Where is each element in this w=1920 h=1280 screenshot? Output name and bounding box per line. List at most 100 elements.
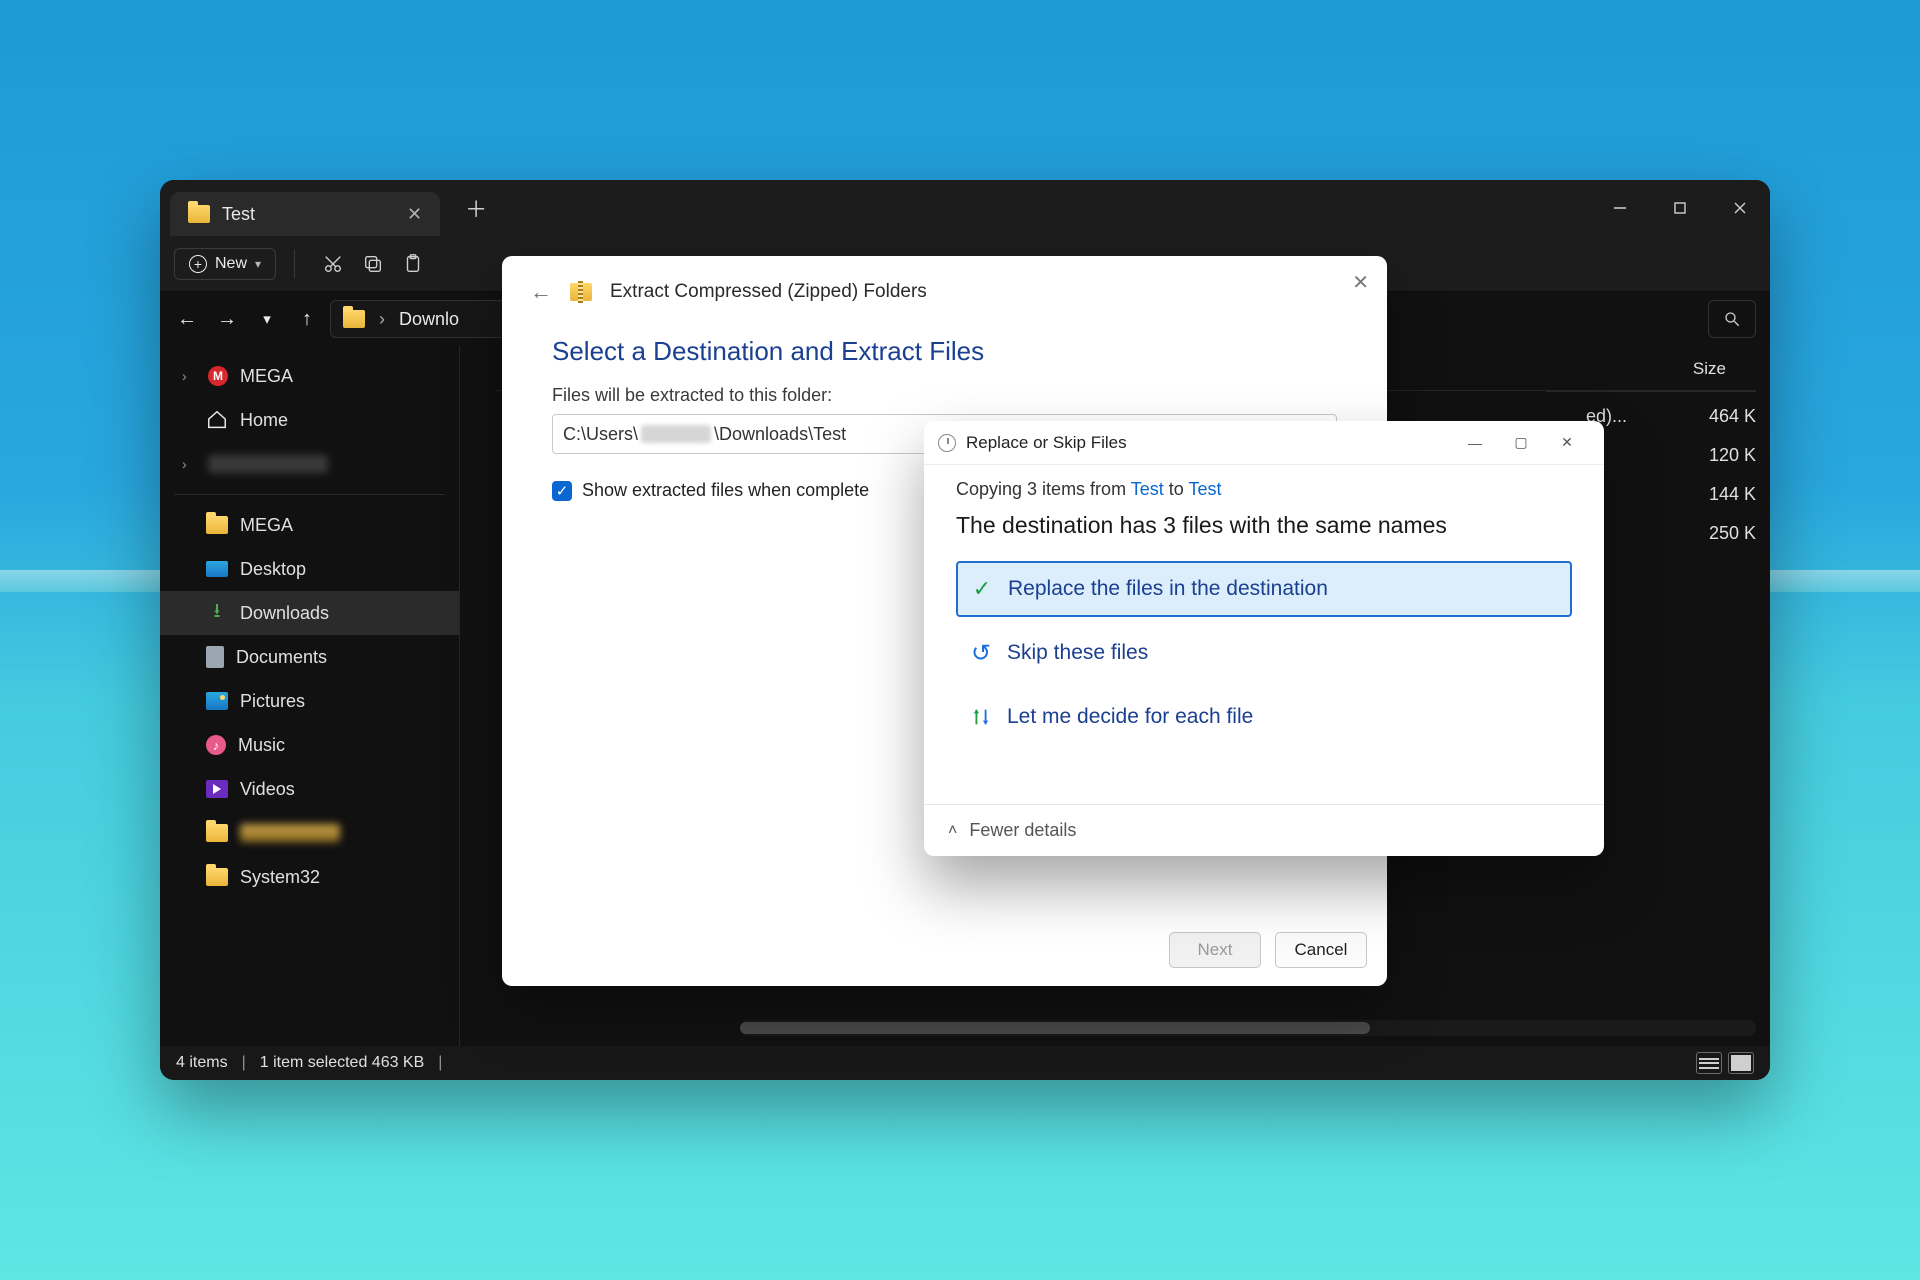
recent-locations-button[interactable]: ▾	[250, 310, 284, 328]
fewer-details-toggle[interactable]: ˄ Fewer details	[924, 804, 1604, 856]
option-label: Let me decide for each file	[1007, 705, 1253, 729]
folder-icon	[343, 310, 365, 328]
dialog-close-button[interactable]: ✕	[1544, 421, 1590, 465]
tab-title: Test	[222, 204, 255, 225]
separator	[294, 250, 295, 278]
folder-icon	[206, 516, 228, 534]
dialog-minimize-button[interactable]: —	[1452, 421, 1498, 465]
breadcrumb: Downlo	[399, 309, 459, 330]
icons-view-button[interactable]	[1728, 1052, 1754, 1074]
checkbox-checked-icon: ✓	[552, 481, 572, 501]
sidebar-item-hidden[interactable]: ›	[160, 442, 459, 486]
new-tab-button[interactable]: ＋	[458, 192, 494, 224]
sidebar-item-label: Home	[240, 410, 288, 431]
home-icon	[206, 409, 228, 431]
sidebar-item-label: Videos	[240, 779, 295, 800]
sidebar-item-label: Desktop	[240, 559, 306, 580]
horizontal-scrollbar[interactable]	[740, 1020, 1756, 1036]
window-controls	[1590, 180, 1770, 236]
option-skip[interactable]: ↺ Skip these files	[956, 625, 1572, 681]
sidebar-item-desktop[interactable]: Desktop	[160, 547, 459, 591]
details-view-button[interactable]	[1696, 1052, 1722, 1074]
wizard-title: Extract Compressed (Zipped) Folders	[610, 281, 927, 303]
tab-test[interactable]: Test ✕	[170, 192, 440, 236]
folder-icon	[188, 205, 210, 223]
option-replace[interactable]: ✓ Replace the files in the destination	[956, 561, 1572, 617]
dialog-maximize-button[interactable]: ▢	[1498, 421, 1544, 465]
sidebar-item-mega-folder[interactable]: MEGA	[160, 503, 459, 547]
zip-folder-icon	[570, 283, 592, 301]
search-button[interactable]	[1708, 300, 1756, 338]
separator: |	[438, 1054, 442, 1072]
option-label: Replace the files in the destination	[1008, 577, 1328, 601]
redacted-label	[240, 824, 340, 842]
new-label: New	[215, 255, 247, 273]
column-size[interactable]: Size	[1693, 359, 1726, 379]
check-icon: ✓	[970, 576, 994, 602]
titlebar: Test ✕ ＋	[160, 180, 1770, 236]
copying-status: Copying 3 items from Test to Test	[956, 479, 1572, 500]
column-headers[interactable]: Size	[1546, 346, 1756, 392]
option-decide[interactable]: Let me decide for each file	[956, 689, 1572, 745]
new-button[interactable]: + New ▾	[174, 248, 276, 280]
cut-button[interactable]	[313, 253, 353, 275]
path-prefix: C:\Users\	[563, 424, 638, 445]
compare-icon	[969, 706, 993, 728]
redacted-username	[641, 425, 711, 443]
table-row[interactable]: 120 K	[1586, 445, 1756, 466]
cancel-button[interactable]: Cancel	[1275, 932, 1367, 968]
maximize-button[interactable]	[1650, 180, 1710, 236]
pictures-icon	[206, 692, 228, 710]
folder-icon	[206, 868, 228, 886]
chevron-down-icon: ▾	[255, 257, 261, 271]
conflict-message: The destination has 3 files with the sam…	[956, 512, 1572, 539]
clock-icon	[938, 434, 956, 452]
sidebar-item-label: Documents	[236, 647, 327, 668]
sidebar-item-documents[interactable]: Documents	[160, 635, 459, 679]
sidebar-item-downloads[interactable]: ⭳Downloads	[160, 591, 459, 635]
plus-circle-icon: +	[189, 255, 207, 273]
sidebar-item-label: Pictures	[240, 691, 305, 712]
wizard-close-button[interactable]: ✕	[1352, 270, 1369, 295]
next-button[interactable]: Next	[1169, 932, 1261, 968]
paste-button[interactable]	[393, 253, 433, 275]
copy-button[interactable]	[353, 253, 393, 275]
sidebar-item-label: Music	[238, 735, 285, 756]
forward-button[interactable]: →	[210, 308, 244, 331]
document-icon	[206, 646, 224, 668]
sidebar-item-mega[interactable]: ›MEGA	[160, 354, 459, 398]
up-button[interactable]: ↑	[290, 308, 324, 331]
table-row[interactable]: ed)...464 K	[1586, 406, 1756, 427]
folder-icon	[206, 824, 228, 842]
mega-icon	[208, 366, 228, 386]
source-link[interactable]: Test	[1131, 479, 1164, 499]
dialog-titlebar: Replace or Skip Files — ▢ ✕	[924, 421, 1604, 465]
close-button[interactable]	[1710, 180, 1770, 236]
separator: |	[242, 1054, 246, 1072]
chevron-up-icon: ˄	[948, 822, 957, 840]
table-row[interactable]: 250 K	[1586, 523, 1756, 544]
desktop-icon	[206, 561, 228, 577]
status-items: 4 items	[176, 1054, 228, 1072]
sidebar-item-music[interactable]: Music	[160, 723, 459, 767]
sidebar-item-home[interactable]: Home	[160, 398, 459, 442]
sidebar-item-system32[interactable]: System32	[160, 855, 459, 899]
table-row[interactable]: 144 K	[1586, 484, 1756, 505]
sidebar-item-pictures[interactable]: Pictures	[160, 679, 459, 723]
fewer-details-label: Fewer details	[969, 820, 1076, 841]
status-bar: 4 items | 1 item selected 463 KB |	[160, 1046, 1770, 1080]
dest-link[interactable]: Test	[1188, 479, 1221, 499]
dialog-title: Replace or Skip Files	[966, 433, 1127, 453]
undo-icon: ↺	[969, 639, 993, 668]
minimize-button[interactable]	[1590, 180, 1650, 236]
music-icon	[206, 735, 226, 755]
status-selected: 1 item selected 463 KB	[260, 1054, 425, 1072]
file-rows: ed)...464 K 120 K 144 K 250 K	[1586, 406, 1756, 544]
sidebar-item-videos[interactable]: Videos	[160, 767, 459, 811]
wizard-back-button[interactable]: ←	[530, 279, 552, 305]
back-button[interactable]: ←	[170, 308, 204, 331]
replace-skip-dialog: Replace or Skip Files — ▢ ✕ Copying 3 it…	[924, 421, 1604, 856]
sidebar-item-hidden-folder[interactable]	[160, 811, 459, 855]
sidebar: ›MEGA Home › MEGA Desktop ⭳Downloads Doc…	[160, 346, 460, 1046]
tab-close-button[interactable]: ✕	[267, 204, 422, 225]
